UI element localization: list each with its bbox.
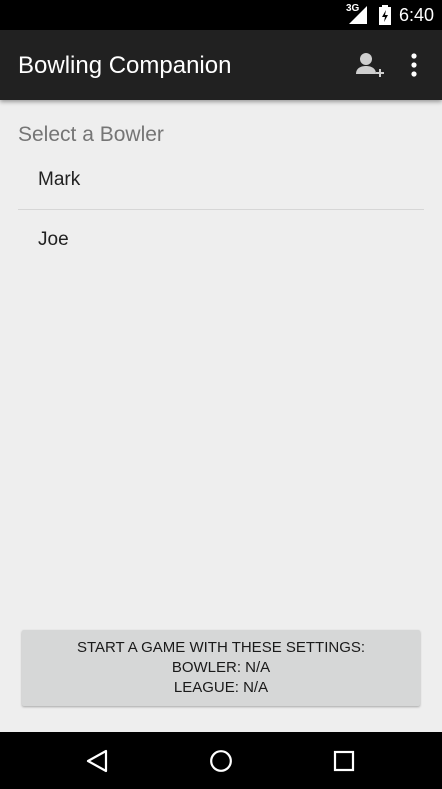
- signal-icon: [349, 6, 367, 24]
- bowler-name: Mark: [38, 169, 81, 190]
- section-label: Select a Bowler: [18, 123, 164, 146]
- clock: 6:40: [399, 5, 435, 25]
- start-button-label: START A GAME WITH THESE SETTINGS:: [76, 639, 366, 656]
- back-icon[interactable]: [86, 749, 108, 773]
- status-bar: 3G 6:40: [0, 0, 442, 30]
- app-bar: Bowling Companion: [0, 30, 442, 100]
- league-setting-label: LEAGUE: N/A: [173, 679, 269, 696]
- bowler-list-item[interactable]: Mark: [18, 150, 424, 210]
- navigation-bar: [0, 732, 442, 789]
- overflow-menu-icon[interactable]: [404, 52, 424, 78]
- recents-icon[interactable]: [333, 750, 355, 772]
- bowler-name: Joe: [38, 229, 69, 250]
- app-title: Bowling Companion: [18, 52, 232, 79]
- start-game-button[interactable]: START A GAME WITH THESE SETTINGS: BOWLER…: [22, 630, 420, 706]
- bowler-list-item[interactable]: Joe: [18, 210, 424, 270]
- home-icon[interactable]: [209, 749, 233, 773]
- bowler-setting-label: BOWLER: N/A: [171, 659, 271, 676]
- add-bowler-icon[interactable]: [354, 52, 384, 80]
- bowler-list: Mark Joe: [18, 150, 424, 270]
- battery-icon: [379, 5, 391, 25]
